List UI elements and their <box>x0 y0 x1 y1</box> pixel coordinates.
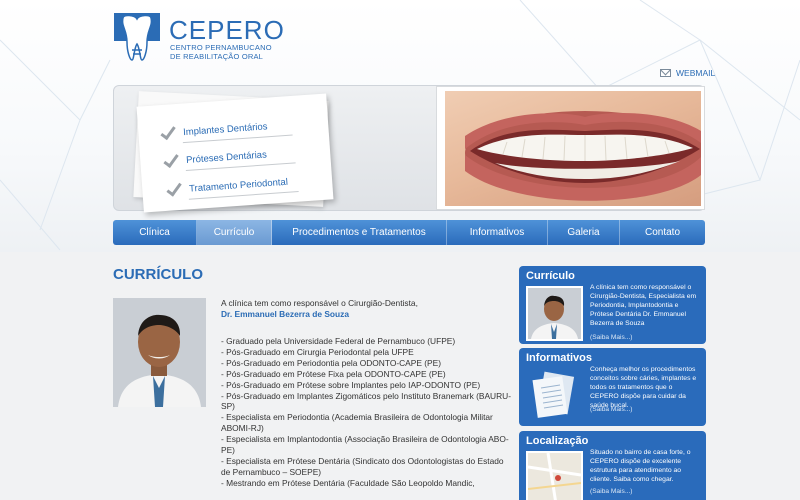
nav-curriculo[interactable]: Currículo <box>197 220 272 245</box>
cv-item: - Pós-Graduado em Prótese Fixa pela ODON… <box>221 368 446 379</box>
logo-title: CEPERO <box>169 15 285 45</box>
cv-item: - Especialista em Prótese Dentária (Sind… <box>221 455 504 477</box>
sidebar-box-text: Conheça melhor os procedimentos conceito… <box>590 366 697 409</box>
sidebar-box-text: A clínica tem como responsável o Cirurgi… <box>590 284 697 327</box>
doctor-thumbnail <box>526 286 583 341</box>
main-nav: Clínica Currículo Procedimentos e Tratam… <box>113 220 705 245</box>
logo-subtitle-line1: CENTRO PERNAMBUCANO <box>170 43 272 52</box>
sidebar-box-informativos[interactable]: Informativos Conheça melhor os procedime… <box>519 348 706 426</box>
sidebar-box-text: Situado no bairro de casa forte, o CEPER… <box>590 449 691 483</box>
cv-list: - Graduado pela Universidade Federal de … <box>221 336 513 489</box>
cv-item: - Mestrando em Prótese Dentária (Faculda… <box>221 477 475 488</box>
logo-subtitle-line2: DE REABILITAÇÃO ORAL <box>170 52 264 61</box>
sidebar-box-title: Informativos <box>526 352 593 364</box>
cv-item: - Graduado pela Universidade Federal de … <box>221 336 456 346</box>
nav-clinica[interactable]: Clínica <box>113 220 197 245</box>
sidebar-box-title: Currículo <box>526 270 575 282</box>
nav-contato[interactable]: Contato <box>620 220 705 245</box>
cv-item: - Pós-Graduado em Periodontia pela ODONT… <box>221 357 442 368</box>
logo[interactable]: CEPERO CENTRO PERNAMBUCANO DE REABILITAÇ… <box>113 12 293 64</box>
sidebar-box-curriculo[interactable]: Currículo A clínica tem como responsável… <box>519 266 706 344</box>
nav-procedimentos[interactable]: Procedimentos e Tratamentos <box>272 220 447 245</box>
cv-item: - Pós-Graduado em Cirurgia Periodontal p… <box>221 346 414 357</box>
intro-line: A clínica tem como responsável o Cirurgi… <box>221 298 418 308</box>
map-thumbnail <box>526 451 583 500</box>
cv-item: - Pós-Graduado em Implantes Zigomáticos … <box>221 390 511 412</box>
saiba-mais-link[interactable]: (Saiba Mais...) <box>590 488 633 495</box>
nav-informativos[interactable]: Informativos <box>447 220 548 245</box>
checkmark-icon <box>163 153 178 168</box>
doctor-photo <box>113 298 206 407</box>
saiba-mais-link[interactable]: (Saiba Mais...) <box>590 334 633 341</box>
cv-item: - Pós-Graduado em Prótese sobre Implante… <box>221 379 481 390</box>
sidebar-box-title: Localização <box>526 435 589 447</box>
cv-item: - Especialista em Periodontia (Academia … <box>221 412 493 434</box>
doctor-name: Dr. Emmanuel Bezerra de Souza <box>221 309 349 319</box>
mail-icon <box>660 69 671 77</box>
webmail-link[interactable]: WEBMAIL <box>660 68 715 78</box>
saiba-mais-link[interactable]: (Saiba Mais...) <box>590 406 633 413</box>
documents-icon <box>532 371 575 418</box>
smile-photo <box>445 91 701 206</box>
page-title: CURRÍCULO <box>113 266 203 283</box>
tooth-logo-icon <box>114 13 160 61</box>
cv-item: - Especialista em Implantodontia (Associ… <box>221 434 509 456</box>
sidebar-box-localizacao[interactable]: Localização Situado no bairro de casa fo… <box>519 431 706 500</box>
nav-galeria[interactable]: Galeria <box>548 220 620 245</box>
logo-subtitle: CENTRO PERNAMBUCANO DE REABILITAÇÃO ORAL <box>170 43 272 61</box>
intro-text: A clínica tem como responsável o Cirurgi… <box>221 298 511 320</box>
checkmark-icon <box>166 181 181 196</box>
webmail-label: WEBMAIL <box>676 68 716 78</box>
checkmark-icon <box>160 125 175 140</box>
